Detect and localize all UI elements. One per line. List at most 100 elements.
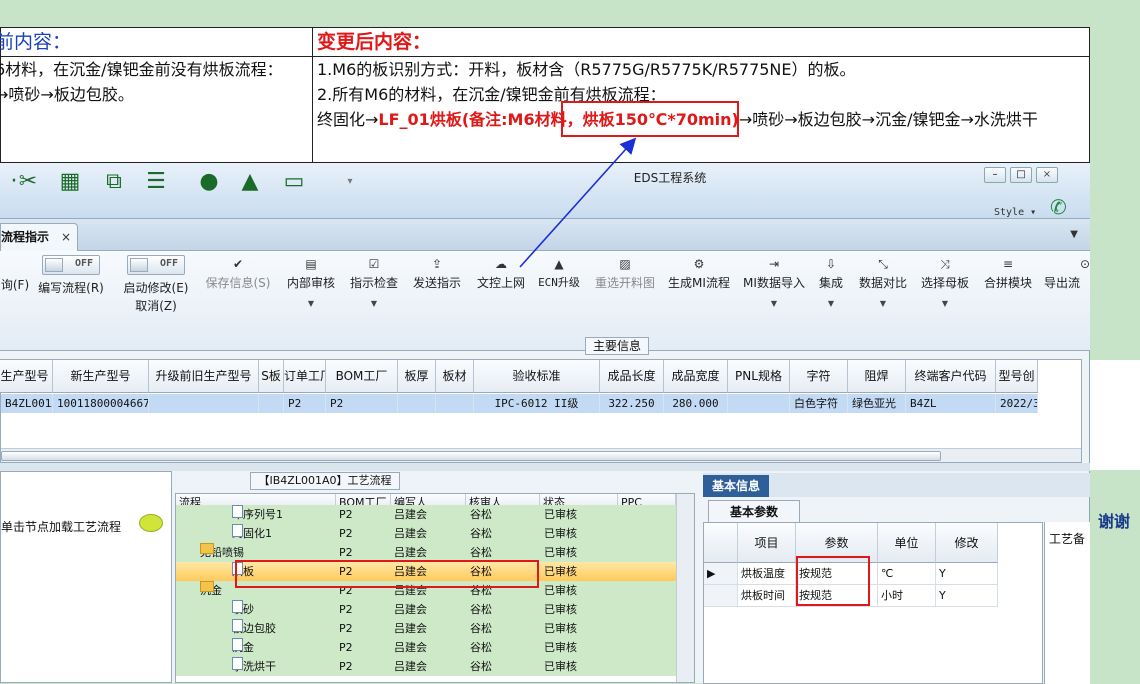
process-notes-tab[interactable]: 工艺备 [1049,530,1085,547]
phone-icon[interactable]: ✆ [1050,195,1067,219]
tree-node[interactable]: 板边包胶 P2 吕建会 谷松 已审核 [176,619,676,638]
node-writer: 吕建会 [394,527,427,540]
minimize-button[interactable]: – [984,167,1006,183]
process-flow-title: 【IB4ZL001A0】工艺流程 [250,472,400,490]
grid-header-cell[interactable]: PNL规格 [728,360,790,393]
grid-cell[interactable]: B4ZL [906,394,996,413]
param-modify-cell[interactable]: Y [936,585,998,607]
vertical-scrollbar[interactable] [676,494,694,682]
instruction-check-button[interactable]: ☑ 指示检查 ▼ [346,251,402,308]
row-indicator[interactable] [704,585,738,607]
close-button[interactable]: × [1036,167,1058,183]
cancel-button[interactable]: 取消(Z) [116,298,196,314]
param-header-cell[interactable]: 项目 [738,523,796,563]
tree-node[interactable]: 喷砂 P2 吕建会 谷松 已审核 [176,600,676,619]
param-header-cell[interactable]: 修改 [936,523,998,563]
tab-list-dropdown-icon[interactable]: ▼ [1070,229,1078,240]
customize-toolbar-icon[interactable]: ▾ [336,171,364,193]
grid-cell[interactable]: 10011800004667 [53,394,149,413]
row-indicator[interactable]: ▶ [704,563,738,585]
annotation-highlight-box [796,556,870,606]
start-modify-toggle[interactable]: OFF [127,255,185,275]
grid-cell[interactable] [728,394,790,413]
grid-cell[interactable] [398,394,436,413]
edit-flow-toggle[interactable]: OFF [42,255,100,275]
list-icon[interactable]: ☰ [142,171,170,193]
grid-cell[interactable] [149,394,259,413]
grid-cell[interactable]: 280.000 [664,394,728,413]
horizontal-scrollbar[interactable] [1,448,1081,462]
mi-data-import-button[interactable]: ⇥ MI数据导入 ▼ [740,251,808,308]
internal-review-button[interactable]: ▤ 内部审核 ▼ [282,251,340,308]
grid-header-cell[interactable]: 升级前旧生产型号 [149,360,259,393]
grid-header-cell[interactable]: S板 [259,360,284,393]
chat-bubble-icon[interactable] [139,514,163,532]
ecn-upgrade-button[interactable]: ▲ ECN升级 [534,251,584,291]
tab-process-instruction[interactable]: 流程指示 × [0,223,78,251]
node-reviewer: 谷松 [470,660,492,673]
panel-splitter[interactable] [0,463,1090,471]
after-line-1: 1.M6的板识别方式：开料，板材含（R5775G/R5775K/R5775NE）… [317,60,856,79]
generate-mi-flow-button[interactable]: ⚙ 生成MI流程 [666,251,732,291]
grid-cell[interactable] [436,394,474,413]
scissors-icon[interactable]: ✂ [14,171,42,193]
grid-header-cell[interactable]: 终端客户代码 [906,360,996,393]
merge-module-button[interactable]: ≡ 合拼模块 [980,251,1036,291]
tree-node[interactable]: 沉金 P2 吕建会 谷松 已审核 [176,638,676,657]
scrollbar-thumb[interactable] [1,451,941,461]
tree-node[interactable]: 印序列号1 P2 吕建会 谷松 已审核 [176,505,676,524]
grid-cell[interactable]: P2 [284,394,326,413]
tab-close-icon[interactable]: × [61,224,71,250]
export-flow-button[interactable]: ⊙ 导出流 [1044,251,1090,291]
dropdown-arrow-icon: ▼ [879,299,887,308]
grid-header-cell[interactable]: 板厚 [398,360,436,393]
save-info-button[interactable]: ✔ 保存信息(S) [200,251,276,291]
select-mother-board-button[interactable]: ⤨ 选择母板 ▼ [918,251,972,308]
grid-cell[interactable]: P2 [326,394,398,413]
film-icon[interactable]: ▦ [56,171,84,193]
chart-icon[interactable]: ▲ [236,171,264,193]
tree-node[interactable]: 终固化1 P2 吕建会 谷松 已审核 [176,524,676,543]
grid-header-cell[interactable]: 板材 [436,360,474,393]
style-menu[interactable]: Style ▾ [994,207,1036,218]
grid-header-cell[interactable]: 新生产型号 [53,360,149,393]
monitor-icon[interactable]: ▭ [280,171,308,193]
param-header-cell[interactable]: 单位 [878,523,936,563]
grid-header-cell[interactable]: BOM工厂 [326,360,398,393]
grid-header-cell[interactable]: 阻焊 [848,360,906,393]
copy-icon[interactable]: ⧉ [100,171,128,193]
reselect-cutting-drawing-button[interactable]: ▨ 重选开料图 [590,251,660,291]
grid-cell[interactable]: 2022/3/9 [996,394,1038,413]
tab-basic-info[interactable]: 基本信息 [703,475,769,497]
shuffle-icon: ⤨ [940,257,950,271]
data-compare-button[interactable]: ⤡ 数据对比 ▼ [856,251,910,308]
document-icon [232,638,243,651]
grid-header-cell[interactable]: 字符 [790,360,848,393]
grid-header-cell[interactable]: 成品宽度 [664,360,728,393]
tree-node-label: 沉金 [200,581,222,600]
compare-icon: ⤡ [878,257,888,271]
grid-cell[interactable] [259,394,284,413]
user-icon[interactable]: ● [195,171,223,193]
grid-cell[interactable]: 绿色亚光 [848,394,906,413]
integration-button[interactable]: ⇩ 集成 ▼ [814,251,848,308]
node-status: 已审核 [544,641,577,654]
doc-control-upload-button[interactable]: ☁ 文控上网 [472,251,530,291]
node-reviewer: 谷松 [470,603,492,616]
param-modify-cell[interactable]: Y [936,563,998,585]
grid-header-cell[interactable]: 型号创 [996,360,1038,393]
grid-header-cell[interactable]: 生产型号 [0,360,53,393]
grid-header-cell[interactable]: 成品长度 [600,360,664,393]
tree-node[interactable]: 水洗烘干 P2 吕建会 谷松 已审核 [176,657,676,676]
maximize-button[interactable]: □ [1010,167,1032,183]
grid-cell[interactable]: B4ZL001A0 [1,394,53,413]
tab-basic-params[interactable]: 基本参数 [708,500,800,522]
query-button[interactable]: 询(F) [0,275,30,293]
send-instruction-button[interactable]: ⇪ 发送指示 [408,251,466,291]
grid-header-cell[interactable]: 验收标准 [474,360,600,393]
grid-cell[interactable]: 322.250 [600,394,664,413]
window-title: EDS工程系统 [633,171,707,185]
grid-header-cell[interactable]: 订单工厂 [284,360,326,393]
grid-cell[interactable]: IPC-6012 II级 [474,394,600,413]
grid-cell[interactable]: 白色字符 [790,394,848,413]
